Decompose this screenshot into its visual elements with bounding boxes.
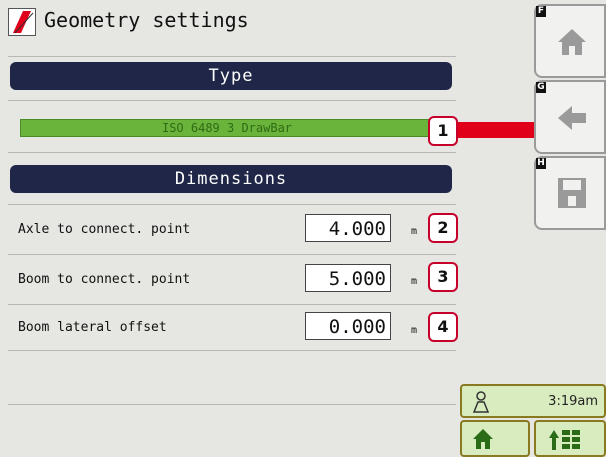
divider xyxy=(8,350,456,351)
softkey-letter-h: H xyxy=(536,158,546,169)
divider xyxy=(8,204,456,205)
clock-time: 3:19am xyxy=(548,394,598,409)
boom-lateral-unit: m xyxy=(411,325,418,336)
home-icon xyxy=(558,29,586,55)
axle-connect-input[interactable]: 4.000 xyxy=(305,214,391,242)
divider xyxy=(8,152,456,153)
divider xyxy=(8,404,456,405)
softkey-letter-f: F xyxy=(536,6,546,17)
status-panel: 3:19am xyxy=(460,384,606,418)
type-section-header: Type xyxy=(10,62,452,90)
callout-badge-4: 4 xyxy=(428,312,458,342)
axle-connect-label: Axle to connect. point xyxy=(18,222,191,237)
bottom-boom-button[interactable] xyxy=(534,420,606,457)
type-select[interactable]: ISO 6489 3 DrawBar xyxy=(20,119,434,137)
softkey-letter-g: G xyxy=(536,82,546,93)
divider xyxy=(8,254,456,255)
boom-connect-label: Boom to connect. point xyxy=(18,272,191,287)
title-bar: Geometry settings xyxy=(0,0,470,42)
callout-badge-2: 2 xyxy=(428,213,458,243)
save-disk-icon xyxy=(558,178,586,208)
divider xyxy=(8,100,456,101)
boom-connect-input[interactable]: 5.000 xyxy=(305,264,391,292)
home-icon xyxy=(473,429,493,449)
callout-badge-3: 3 xyxy=(428,262,458,292)
boom-lateral-label: Boom lateral offset xyxy=(18,320,167,335)
boom-connect-unit: m xyxy=(411,276,418,287)
page-title: Geometry settings xyxy=(44,8,249,32)
dimensions-section-header: Dimensions xyxy=(10,165,452,193)
brand-logo-icon xyxy=(8,8,36,36)
divider xyxy=(8,56,456,57)
operator-icon xyxy=(472,391,490,413)
back-arrow-icon xyxy=(558,106,586,130)
axle-connect-unit: m xyxy=(411,226,418,237)
divider xyxy=(8,304,456,305)
boom-lateral-input[interactable]: 0.000 xyxy=(305,312,391,340)
boom-section-icon xyxy=(549,430,580,450)
callout-badge-1: 1 xyxy=(428,116,458,146)
bottom-home-button[interactable] xyxy=(460,420,530,457)
